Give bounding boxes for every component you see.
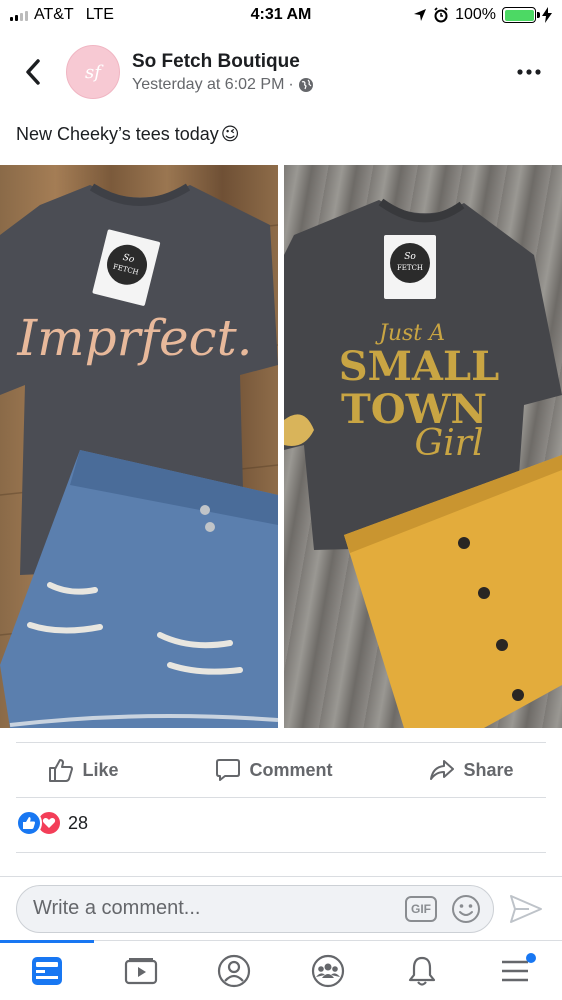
avatar[interactable]: sf [66,45,120,99]
send-icon [510,894,542,923]
tab-watch[interactable] [94,941,188,1000]
status-bar: AT&T LTE 4:31 AM 100% [0,0,562,30]
comment-button[interactable]: Comment [215,757,333,783]
timestamp-separator: · [288,75,294,93]
divider [16,852,546,853]
post-actions: Like Comment Share [0,745,562,795]
gif-label: GIF [411,901,431,916]
tag-text-fetch: FETCH [397,264,423,272]
news-feed-icon [31,956,62,985]
gif-button[interactable]: GIF [405,895,437,922]
groups-icon [311,954,344,987]
avatar-monogram: sf [85,61,101,83]
photo-small-town-girl-tee[interactable]: So FETCH Just A SMALL TOWN Girl [284,165,562,728]
page-name[interactable]: So Fetch Boutique [132,51,504,73]
reaction-count: 28 [68,812,89,833]
thumbs-up-icon [49,759,74,782]
watch-video-icon [124,957,157,984]
share-label: Share [463,759,514,780]
post-caption: New Cheeky’s tees today 😉 [16,124,240,145]
shirt-print-imprfect: Imprfect. [16,309,252,367]
signal-icon [10,9,28,21]
carrier-label: AT&T [34,6,74,23]
more-options-button[interactable] [504,47,554,97]
location-icon [414,9,427,21]
post-caption-text: New Cheeky’s tees today [16,124,219,144]
wink-emoji-icon: 😉 [220,124,240,144]
network-label: LTE [85,6,114,23]
back-button[interactable] [8,47,58,97]
comment-label: Comment [249,759,333,780]
tag-text-so: So [404,252,416,262]
like-button[interactable]: Like [48,757,119,783]
shirt-print-small: SMALL [339,343,499,390]
share-button[interactable]: Share [429,757,514,783]
post-timestamp[interactable]: Yesterday at 6:02 PM [132,76,284,94]
post-header: sf So Fetch Boutique Yesterday at 6:02 P… [0,40,562,104]
like-reaction-icon [16,810,42,836]
share-arrow-icon [430,760,455,780]
comment-icon [216,759,241,781]
comment-input[interactable] [33,897,405,920]
shirt-print-girl: Girl [415,423,484,464]
send-button[interactable] [506,889,546,929]
charging-icon [542,7,552,23]
comment-composer: GIF [0,876,562,940]
divider [16,742,546,743]
truncated-content [16,868,76,876]
profile-icon [218,954,251,987]
more-icon [517,69,541,75]
alarm-icon [434,7,448,23]
comment-input-wrapper[interactable]: GIF [16,884,494,933]
photo-imprfect-tee[interactable]: So FETCH Imprfect. [0,165,278,728]
tab-profile[interactable] [187,941,281,1000]
photo-grid: So FETCH Imprfect. So FETCH Just A SMALL… [0,165,562,728]
tab-notifications[interactable] [375,941,469,1000]
notification-dot [526,953,537,963]
battery-percent: 100% [455,6,496,23]
globe-icon [298,77,313,92]
tab-groups[interactable] [281,941,375,1000]
bottom-tab-bar [0,940,562,1000]
tab-news-feed[interactable] [0,940,94,1000]
tab-menu[interactable] [468,941,562,1000]
reaction-summary[interactable]: 28 [16,810,88,836]
emoji-icon[interactable] [451,894,481,924]
photo-small-town-illustration: So FETCH Just A SMALL TOWN Girl [284,198,562,728]
battery-icon [502,7,540,23]
chevron-left-icon [26,59,40,85]
divider [16,797,546,798]
photo-imprfect-illustration: So FETCH Imprfect. [0,183,278,728]
bell-icon [408,956,435,986]
like-label: Like [82,759,119,780]
